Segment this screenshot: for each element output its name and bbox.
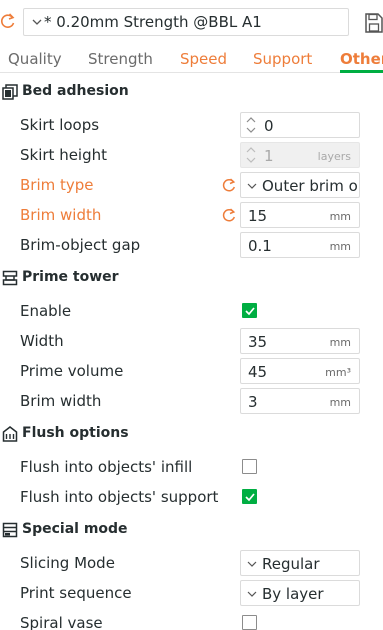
prime-tower-enable-checkbox[interactable] [242,303,257,318]
spiral-vase-checkbox[interactable] [242,615,257,630]
brim-type-select[interactable]: Outer brim o... [240,172,360,198]
tab-support[interactable]: Support [253,50,312,68]
prime-volume-input[interactable]: 45 mm³ [240,358,360,384]
section-bed-adhesion: Bed adhesion [0,80,383,106]
section-title: Bed adhesion [22,83,129,99]
spin-arrows-icon[interactable] [245,115,257,135]
checkmark-icon [245,493,255,502]
section-special-mode: Special mode [0,518,383,544]
reset-arrow-icon[interactable] [221,207,237,223]
chevron-down-icon [247,591,257,597]
flush-options-icon [2,426,18,442]
flush-support-row: Flush into objects' support [0,482,383,512]
prime-tower-enable-label: Enable [20,302,72,320]
skirt-height-input[interactable]: 1 layers [240,142,360,168]
brim-width-value: 15 [248,207,268,225]
section-title: Prime tower [22,269,119,285]
slicing-mode-select[interactable]: Regular [240,550,360,576]
checkmark-icon [245,307,255,316]
flush-support-label: Flush into objects' support [20,488,219,506]
slicing-mode-label: Slicing Mode [20,554,115,572]
tab-strength[interactable]: Strength [88,50,153,68]
prime-volume-label: Prime volume [20,362,124,380]
prime-tower-brim-width-input[interactable]: 3 mm [240,388,360,414]
brim-type-value: Outer brim o... [262,177,359,195]
special-mode-icon [2,522,18,538]
prime-tower-width-row: Width 35 mm [0,326,383,356]
flush-infill-row: Flush into objects' infill [0,452,383,482]
section-title: Flush options [22,425,129,441]
reset-arrow-icon[interactable] [221,177,237,193]
prime-tower-width-unit: mm [329,336,351,349]
flush-infill-label: Flush into objects' infill [20,458,193,476]
process-preset-select[interactable]: * 0.20mm Strength @BBL A1 [23,8,349,36]
tab-others[interactable]: Others [340,50,383,68]
prime-tower-brim-width-row: Brim width 3 mm [0,386,383,416]
slicing-mode-row: Slicing Mode Regular [0,548,383,578]
brim-object-gap-unit: mm [329,240,351,253]
flush-support-checkbox[interactable] [242,489,257,504]
brim-type-label: Brim type [20,176,94,194]
save-icon[interactable] [365,13,383,33]
flush-infill-checkbox[interactable] [242,459,257,474]
preset-name: * 0.20mm Strength @BBL A1 [44,13,262,31]
brim-width-row: Brim width 15 mm [0,200,383,230]
brim-type-row: Brim type Outer brim o... [0,170,383,200]
brim-width-input[interactable]: 15 mm [240,202,360,228]
spiral-vase-label: Spiral vase [20,614,103,630]
spin-arrows-icon[interactable] [245,145,257,165]
prime-tower-width-label: Width [20,332,64,350]
prime-tower-brim-width-unit: mm [329,396,351,409]
skirt-loops-value: 0 [264,117,274,135]
prime-volume-row: Prime volume 45 mm³ [0,356,383,386]
chevron-down-icon [247,561,257,567]
brim-object-gap-value: 0.1 [248,237,272,255]
brim-width-unit: mm [329,210,351,223]
skirt-loops-input[interactable]: 0 [240,112,360,138]
section-flush-options: Flush options [0,422,383,448]
prime-volume-value: 45 [248,363,268,381]
print-sequence-value: By layer [262,585,324,603]
skirt-loops-label: Skirt loops [20,116,100,134]
settings-tabs: Quality Strength Speed Support Others [0,44,383,73]
brim-object-gap-row: Brim-object gap 0.1 mm [0,230,383,260]
print-sequence-label: Print sequence [20,584,132,602]
active-tab-indicator [340,70,383,73]
brim-width-label: Brim width [20,206,102,224]
bed-adhesion-icon [2,84,18,100]
prime-tower-brim-width-value: 3 [248,393,258,411]
tab-quality[interactable]: Quality [8,50,62,68]
spiral-vase-row: Spiral vase [0,608,383,630]
skirt-loops-row: Skirt loops 0 [0,110,383,140]
skirt-height-value: 1 [264,147,274,165]
print-sequence-select[interactable]: By layer [240,580,360,606]
chevron-down-icon [247,183,257,189]
skirt-height-row: Skirt height 1 layers [0,140,383,170]
prime-tower-brim-width-label: Brim width [20,392,102,410]
section-title: Special mode [22,521,128,537]
print-sequence-row: Print sequence By layer [0,578,383,608]
prime-volume-unit: mm³ [325,366,351,379]
section-prime-tower: Prime tower [0,266,383,292]
slicing-mode-value: Regular [262,555,320,573]
skirt-height-unit: layers [317,150,351,163]
prime-tower-width-input[interactable]: 35 mm [240,328,360,354]
preset-bar: * 0.20mm Strength @BBL A1 [0,0,383,44]
skirt-height-label: Skirt height [20,146,108,164]
prime-tower-enable-row: Enable [0,296,383,326]
brim-object-gap-input[interactable]: 0.1 mm [240,232,360,258]
prime-tower-icon [2,270,18,286]
chevron-down-icon [32,19,42,25]
prime-tower-width-value: 35 [248,333,268,351]
reset-arrow-icon[interactable] [0,12,16,30]
brim-object-gap-label: Brim-object gap [20,236,141,254]
tab-speed[interactable]: Speed [180,50,227,68]
